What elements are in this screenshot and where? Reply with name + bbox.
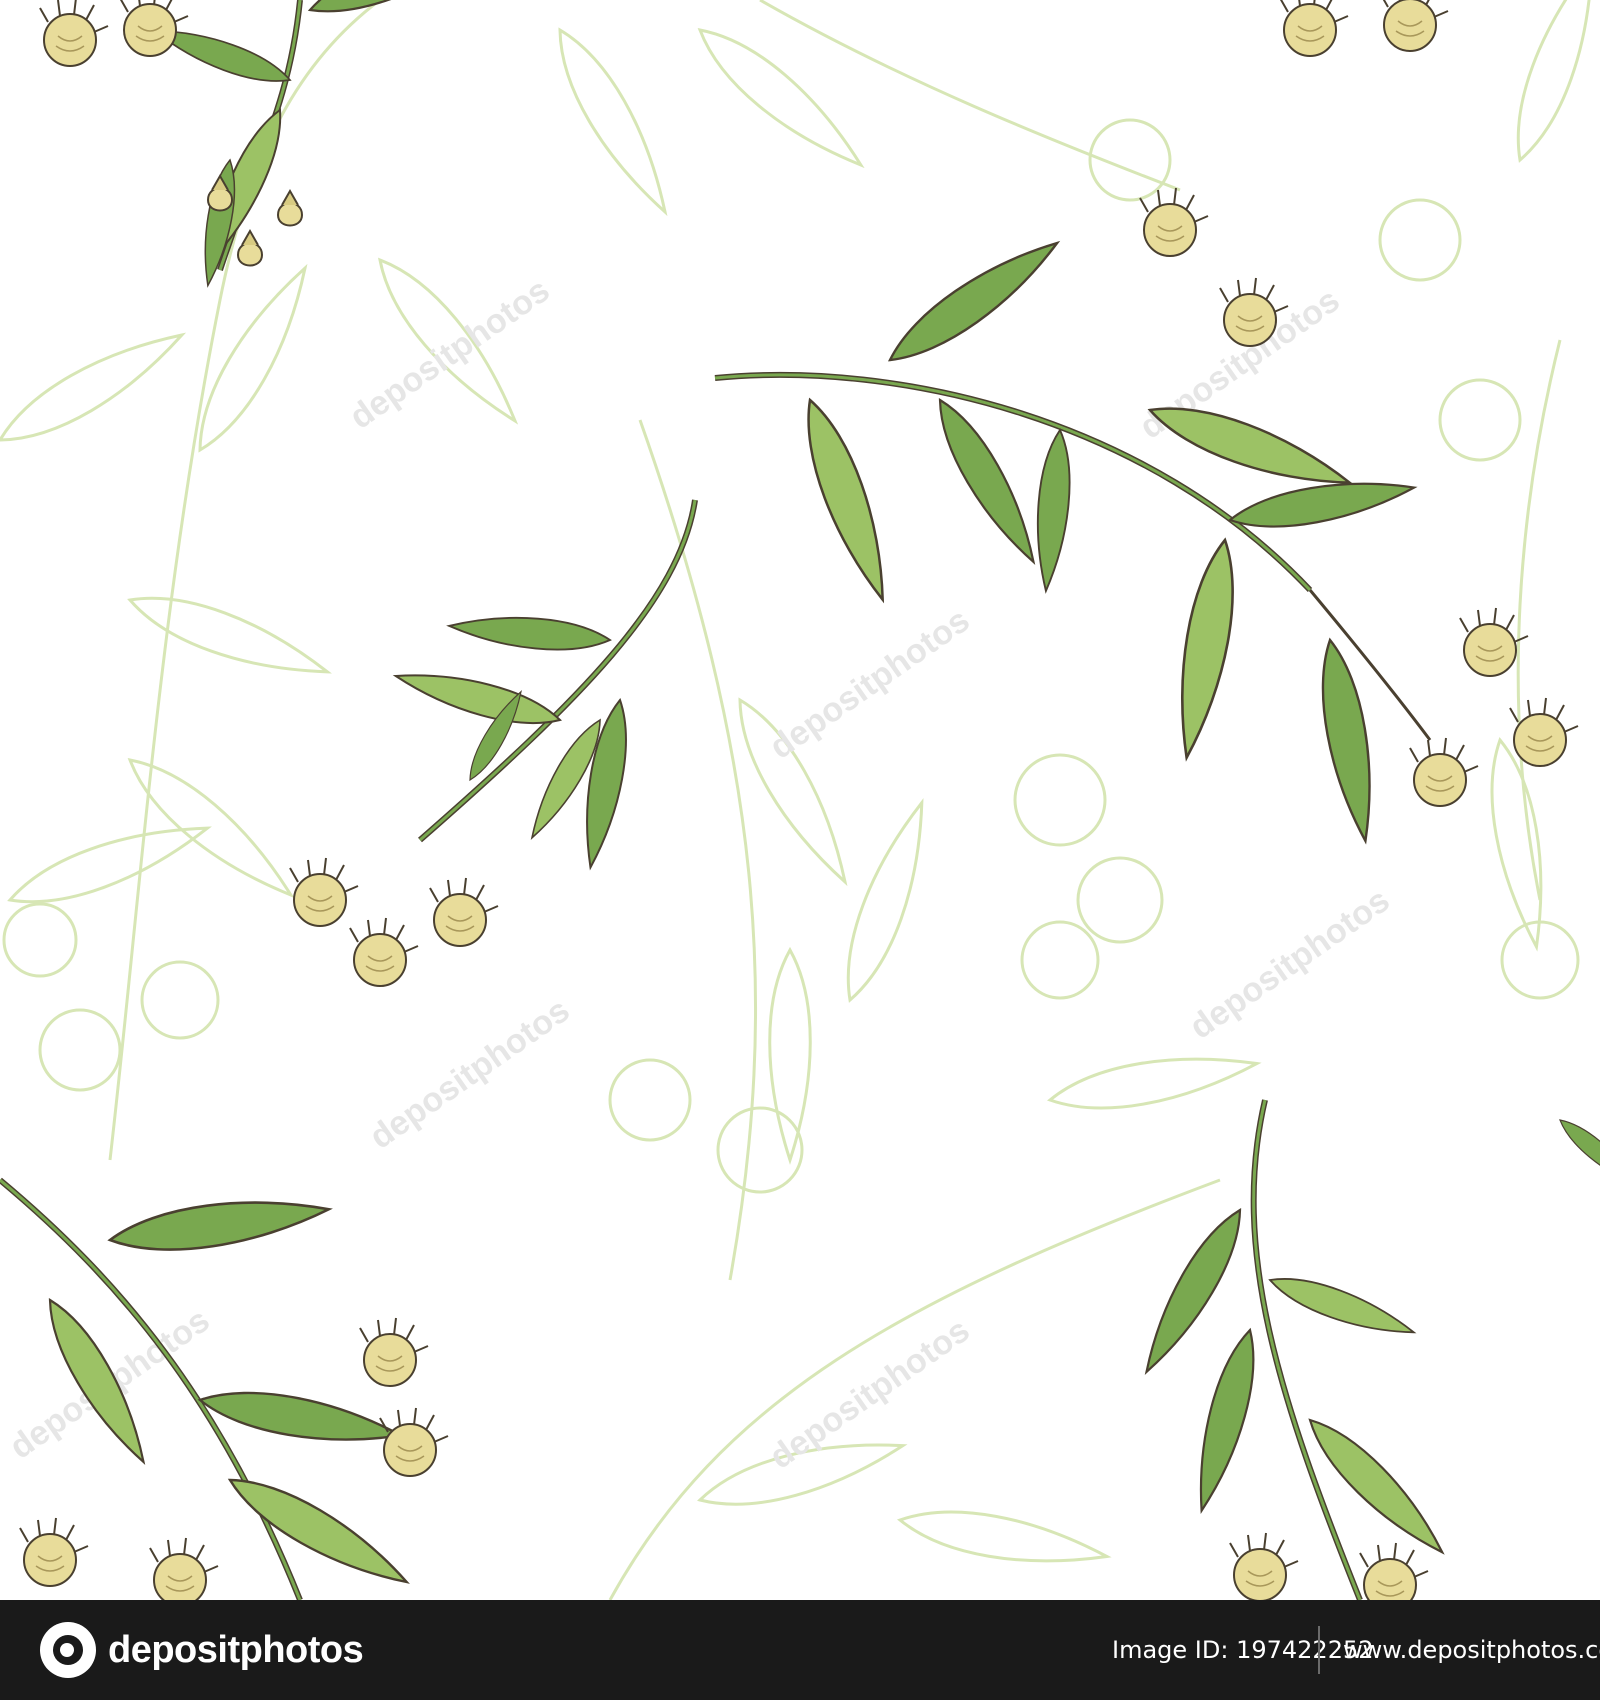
image-id-label: Image ID: xyxy=(1112,1636,1229,1664)
depositphotos-logo-icon xyxy=(40,1622,96,1678)
pattern-canvas: depositphotos depositphotos depositphoto… xyxy=(0,0,1600,1600)
svg-text:depositphotos: depositphotos xyxy=(763,1311,977,1476)
stock-footer-bar: depositphotos Image ID: 197422252 www.de… xyxy=(0,1600,1600,1700)
footer-divider xyxy=(1318,1626,1320,1674)
site-url-link[interactable]: www.depositphotos.com xyxy=(1343,1636,1600,1664)
svg-text:depositphotos: depositphotos xyxy=(363,991,577,1156)
branch-top-left xyxy=(39,0,493,289)
svg-text:depositphotos: depositphotos xyxy=(1183,881,1397,1046)
brand[interactable]: depositphotos xyxy=(40,1622,364,1678)
eucalyptus-pattern-illustration: depositphotos depositphotos depositphoto… xyxy=(0,0,1600,1600)
branch-center-left xyxy=(289,499,698,987)
svg-text:depositphotos: depositphotos xyxy=(763,601,977,766)
brand-name: depositphotos xyxy=(108,1628,364,1671)
svg-text:depositphotos: depositphotos xyxy=(343,271,557,436)
image-id: Image ID: 197422252 xyxy=(1112,1636,1374,1664)
branch-bottom-right xyxy=(1130,1099,1600,1600)
